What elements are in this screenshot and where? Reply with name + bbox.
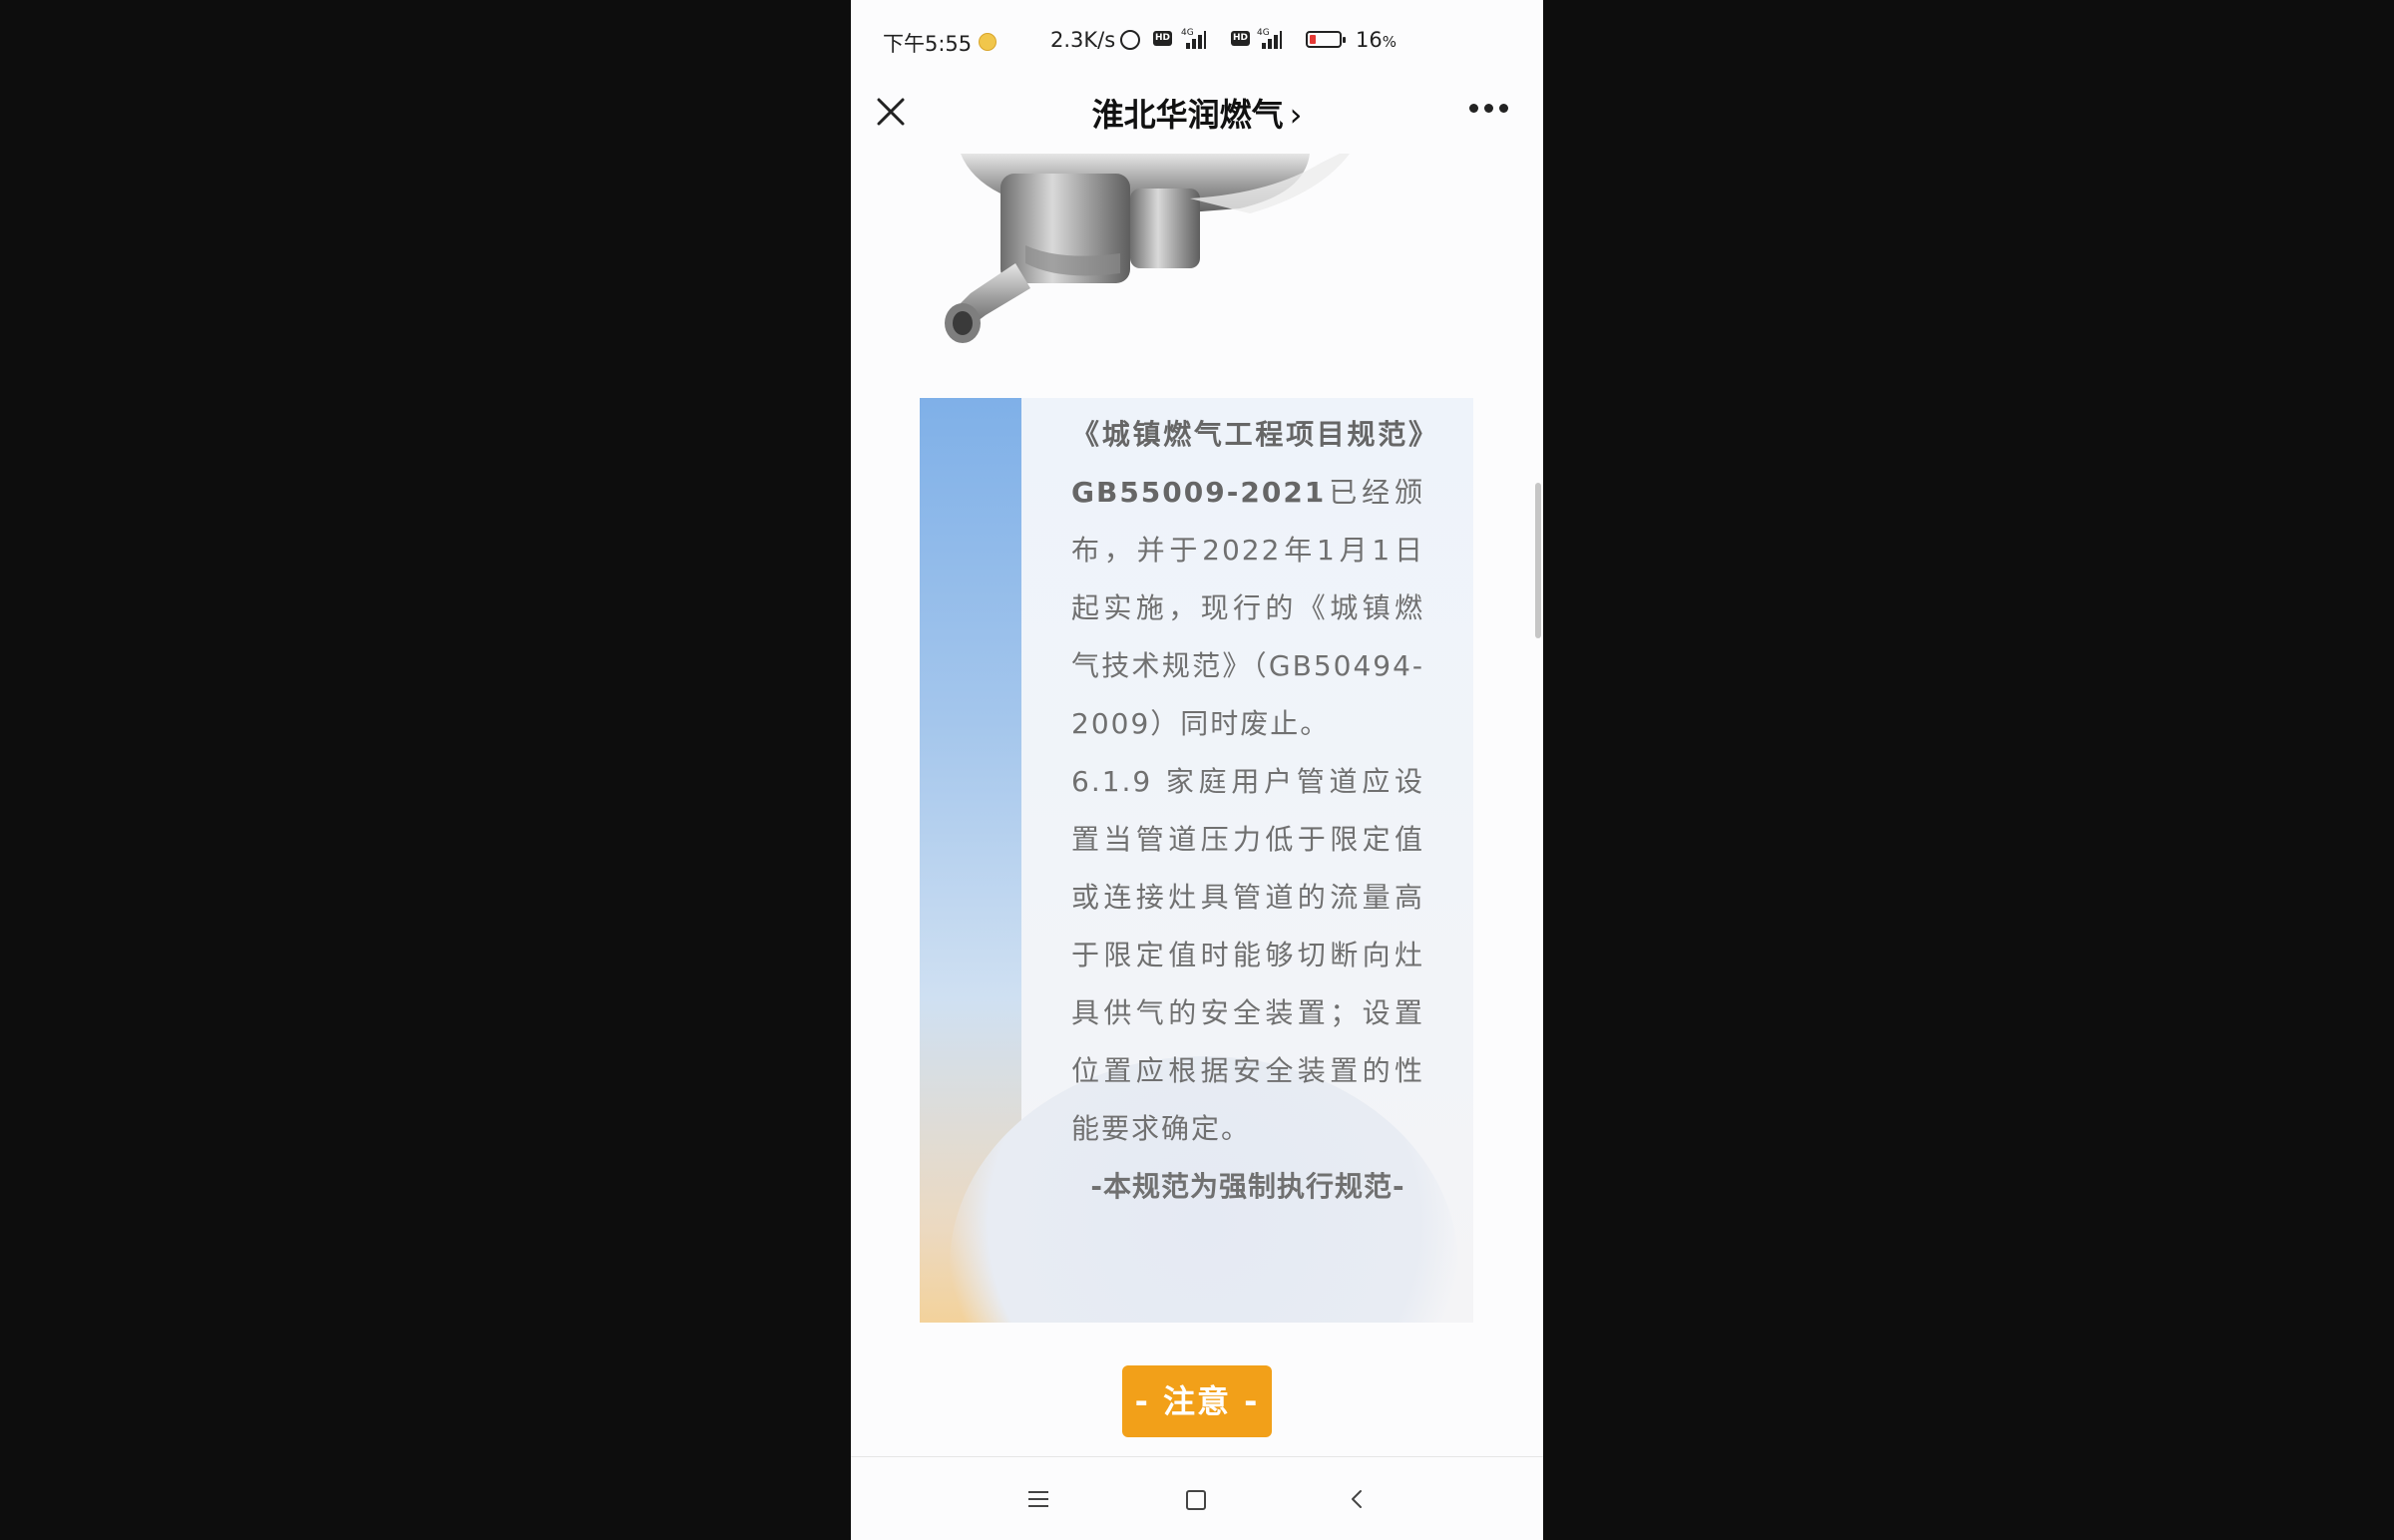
battery-icon [1306,31,1346,48]
menu-icon[interactable] [1028,1491,1048,1507]
coin-icon [979,33,997,51]
signal-icon [1256,30,1282,49]
home-icon[interactable] [1186,1490,1206,1510]
lead-paragraph: 《城镇燃气工程项目规范》GB55009-2021已经颁布，并于2022年1月1日… [1071,406,1424,753]
regulation-card: 《城镇燃气工程项目规范》GB55009-2021已经颁布，并于2022年1月1日… [920,398,1473,1323]
phone-screen: 下午5:55 2.3K/s HD 4G HD 4G 16% 淮北华润燃气 › 《… [851,0,1543,1540]
regulation-text: 《城镇燃气工程项目规范》GB55009-2021已经颁布，并于2022年1月1日… [1071,406,1424,1216]
regulation-intro: 已经颁布，并于2022年1月1日起实施，现行的《城镇燃气技术规范》（GB5049… [1071,476,1424,740]
back-icon[interactable] [1348,1489,1368,1509]
scrollbar[interactable] [1535,483,1541,638]
status-bar: 下午5:55 2.3K/s HD 4G HD 4G 16% [851,0,1543,80]
account-name: 淮北华润燃气 [1091,96,1284,134]
system-nav-bar [851,1456,1543,1540]
alarm-icon [1120,30,1140,50]
notice-badge: - 注意 - [1122,1365,1272,1437]
article-content[interactable]: 《城镇燃气工程项目规范》GB55009-2021已经颁布，并于2022年1月1日… [851,154,1543,1456]
more-icon[interactable] [1469,104,1509,114]
status-net-speed: 2.3K/s [1050,28,1116,52]
hd-icon: HD [1231,31,1250,46]
signal-icon [1180,30,1206,49]
hd-icon: HD [1153,31,1172,46]
chevron-right-icon: › [1289,96,1303,134]
account-title[interactable]: 淮北华润燃气 › [851,90,1543,136]
status-time: 下午5:55 [883,32,973,56]
mandatory-note: -本规范为强制执行规范- [1090,1170,1405,1203]
gas-valve-image [945,154,1350,343]
clause-paragraph: 6.1.9 家庭用户管道应设置当管道压力低于限定值或连接灶具管道的流量高于限定值… [1071,765,1424,1145]
battery-percent: 16% [1356,28,1396,52]
title-bar: 淮北华润燃气 › [851,80,1543,154]
